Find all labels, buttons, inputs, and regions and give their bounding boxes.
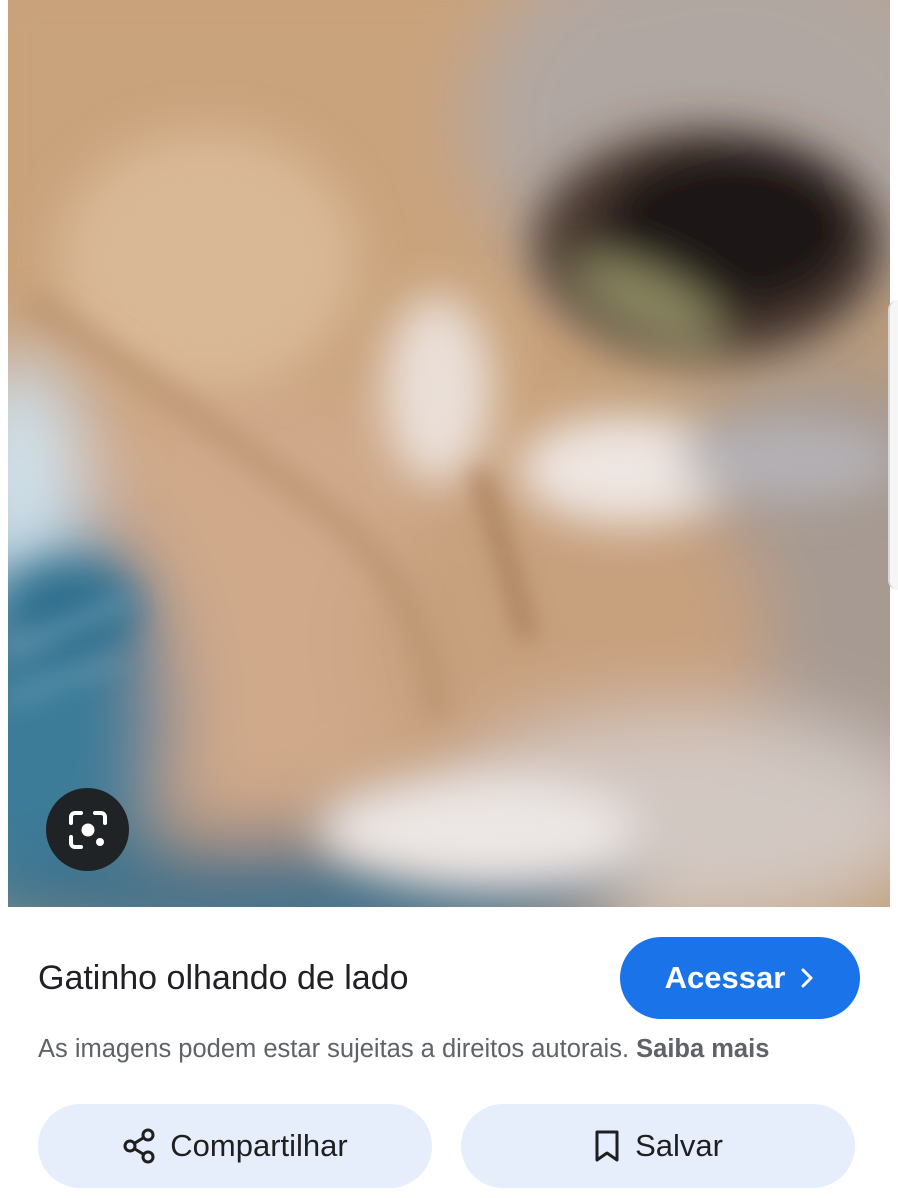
- learn-more-link[interactable]: Saiba mais: [636, 1035, 769, 1063]
- save-button[interactable]: Salvar: [461, 1104, 855, 1188]
- side-scroll-handle[interactable]: [888, 300, 898, 590]
- bookmark-icon: [593, 1129, 621, 1163]
- visit-button-label: Acessar: [664, 960, 786, 995]
- result-image[interactable]: [8, 0, 890, 907]
- share-icon: [122, 1128, 156, 1164]
- save-button-label: Salvar: [635, 1128, 723, 1163]
- chevron-right-icon: [799, 967, 815, 989]
- share-button-label: Compartilhar: [170, 1128, 348, 1163]
- google-lens-button[interactable]: [46, 788, 129, 871]
- visit-button[interactable]: Acessar: [620, 937, 860, 1019]
- copyright-disclaimer: As imagens podem estar sujeitas a direit…: [38, 1031, 769, 1067]
- image-title: Gatinho olhando de lado: [38, 959, 409, 997]
- disclaimer-text: As imagens podem estar sujeitas a direit…: [38, 1035, 630, 1063]
- google-lens-icon: [65, 807, 111, 853]
- cat-photo: [8, 0, 890, 907]
- share-button[interactable]: Compartilhar: [38, 1104, 432, 1188]
- image-result-page: Gatinho olhando de lado Acessar As image…: [0, 0, 898, 1198]
